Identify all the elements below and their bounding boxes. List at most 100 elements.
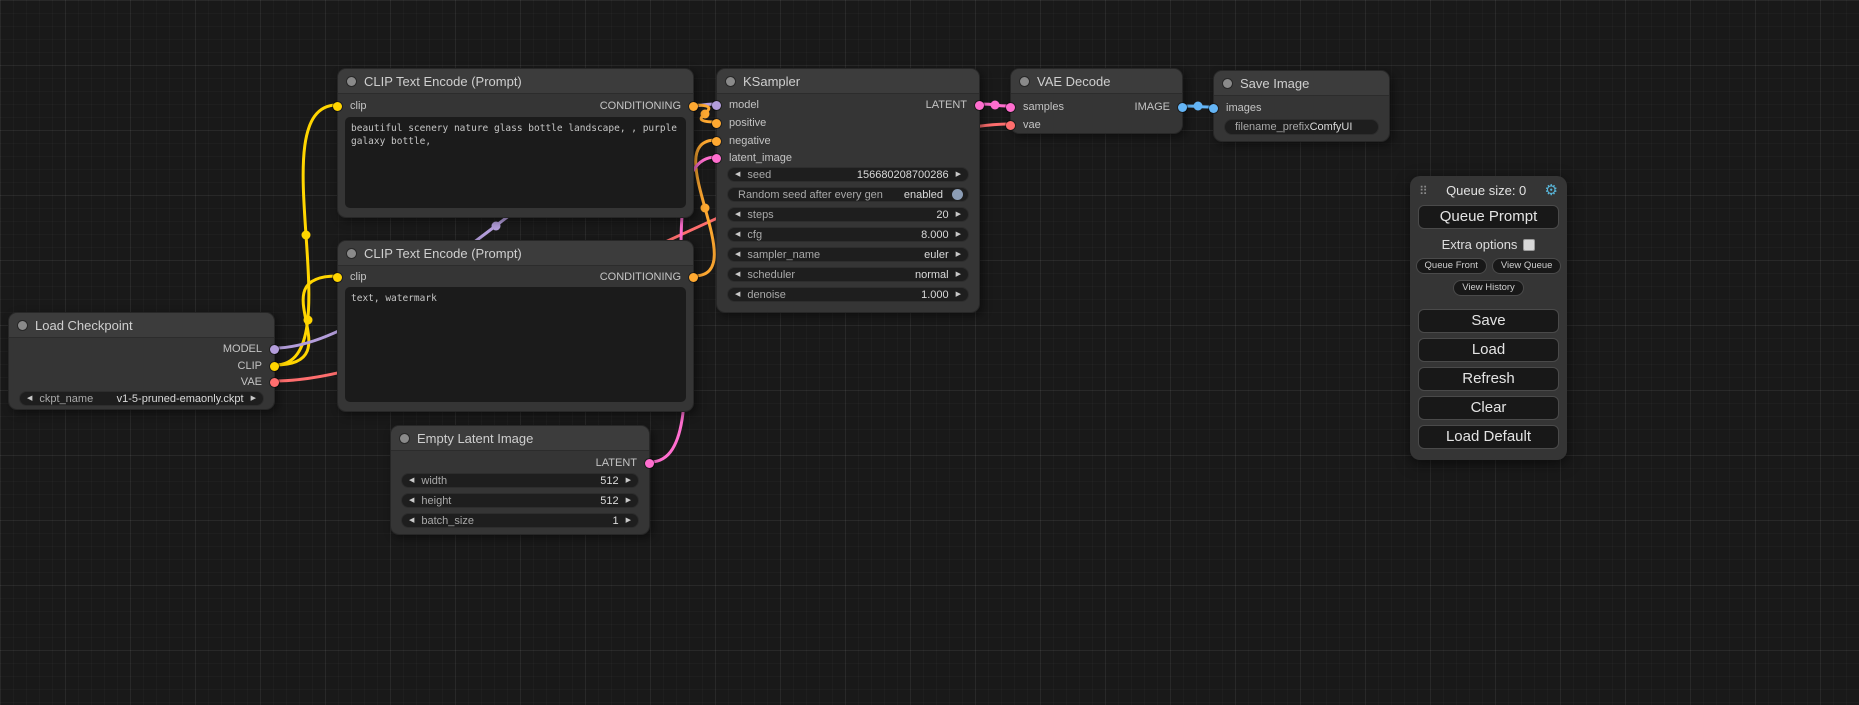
extra-options-checkbox[interactable]	[1523, 239, 1535, 251]
node-titlebar[interactable]: Save Image	[1214, 71, 1389, 96]
output-slot-latent: LATENT	[926, 97, 979, 113]
decrement-arrow-icon[interactable]: ◀	[735, 211, 740, 218]
input-port-positive[interactable]	[712, 119, 721, 128]
output-port-model[interactable]	[270, 345, 279, 354]
widget-batch-size[interactable]: ◀ batch_size 1 ▶	[401, 513, 639, 528]
increment-arrow-icon[interactable]: ▶	[956, 291, 961, 298]
decrement-arrow-icon[interactable]: ◀	[27, 395, 32, 402]
view-history-button[interactable]: View History	[1453, 280, 1524, 296]
view-queue-button[interactable]: View Queue	[1492, 258, 1562, 274]
decrement-arrow-icon[interactable]: ◀	[735, 171, 740, 178]
output-slot-latent: LATENT	[596, 455, 649, 471]
node-title: VAE Decode	[1037, 74, 1110, 89]
widget-ckpt-name[interactable]: ◀ ckpt_name v1-5-pruned-emaonly.ckpt ▶	[19, 391, 264, 406]
node-titlebar[interactable]: CLIP Text Encode (Prompt)	[338, 241, 693, 266]
increment-arrow-icon[interactable]: ▶	[956, 211, 961, 218]
widget-filename-prefix[interactable]: filename_prefix ComfyUI	[1224, 119, 1379, 135]
decrement-arrow-icon[interactable]: ◀	[735, 251, 740, 258]
widget-sampler-name[interactable]: ◀ sampler_name euler ▶	[727, 247, 969, 262]
queue-prompt-button[interactable]: Queue Prompt	[1418, 205, 1559, 229]
increment-arrow-icon[interactable]: ▶	[956, 251, 961, 258]
output-port-vae[interactable]	[270, 378, 279, 387]
menu-header: ⠿ Queue size: 0 ⚙	[1410, 176, 1567, 200]
collapse-toggle[interactable]	[1223, 79, 1232, 88]
refresh-button[interactable]: Refresh	[1418, 367, 1559, 391]
input-port-latent-image[interactable]	[712, 154, 721, 163]
widget-cfg[interactable]: ◀ cfg 8.000 ▶	[727, 227, 969, 242]
widget-value: ComfyUI	[1310, 121, 1353, 133]
decrement-arrow-icon[interactable]: ◀	[409, 517, 414, 524]
node-load-checkpoint[interactable]: Load Checkpoint MODEL CLIP VAE ◀ ckpt_na…	[8, 312, 275, 410]
load-button[interactable]: Load	[1418, 338, 1559, 362]
node-empty-latent-image[interactable]: Empty Latent Image LATENT ◀ width 512 ▶ …	[390, 425, 650, 535]
output-port-latent[interactable]	[975, 101, 984, 110]
widget-random-seed-toggle[interactable]: Random seed after every gen enabled	[727, 187, 969, 202]
decrement-arrow-icon[interactable]: ◀	[735, 231, 740, 238]
clear-button[interactable]: Clear	[1418, 396, 1559, 420]
link-midpoint-dot	[701, 204, 710, 213]
prompt-text-input[interactable]: text, watermark	[345, 287, 686, 402]
drag-handle-icon[interactable]: ⠿	[1419, 184, 1428, 198]
input-port-negative[interactable]	[712, 137, 721, 146]
node-save-image[interactable]: Save Image images filename_prefix ComfyU…	[1213, 70, 1390, 142]
output-port-image[interactable]	[1178, 103, 1187, 112]
increment-arrow-icon[interactable]: ▶	[626, 477, 631, 484]
node-titlebar[interactable]: Load Checkpoint	[9, 313, 274, 338]
save-button[interactable]: Save	[1418, 309, 1559, 333]
settings-gear-icon[interactable]: ⚙	[1545, 183, 1558, 198]
input-port-images[interactable]	[1209, 104, 1218, 113]
slot-label: VAE	[241, 376, 262, 388]
collapse-toggle[interactable]	[347, 249, 356, 258]
widget-height[interactable]: ◀ height 512 ▶	[401, 493, 639, 508]
graph-canvas[interactable]: Load Checkpoint MODEL CLIP VAE ◀ ckpt_na…	[0, 0, 1859, 705]
increment-arrow-icon[interactable]: ▶	[956, 231, 961, 238]
increment-arrow-icon[interactable]: ▶	[626, 497, 631, 504]
output-port-conditioning[interactable]	[689, 273, 698, 282]
load-default-button[interactable]: Load Default	[1418, 425, 1559, 449]
slot-label: negative	[729, 135, 771, 147]
collapse-toggle[interactable]	[400, 434, 409, 443]
increment-arrow-icon[interactable]: ▶	[956, 171, 961, 178]
input-port-model[interactable]	[712, 101, 721, 110]
node-titlebar[interactable]: VAE Decode	[1011, 69, 1182, 94]
node-ksampler[interactable]: KSampler model positive negative latent_…	[716, 68, 980, 313]
widget-value: v1-5-pruned-emaonly.ckpt	[117, 393, 244, 405]
queue-front-button[interactable]: Queue Front	[1416, 258, 1487, 274]
input-port-vae[interactable]	[1006, 121, 1015, 130]
node-vae-decode[interactable]: VAE Decode samples vae IMAGE	[1010, 68, 1183, 134]
widget-width[interactable]: ◀ width 512 ▶	[401, 473, 639, 488]
increment-arrow-icon[interactable]: ▶	[251, 395, 256, 402]
widget-scheduler[interactable]: ◀ scheduler normal ▶	[727, 267, 969, 282]
collapse-toggle[interactable]	[347, 77, 356, 86]
output-slot-image: IMAGE	[1135, 99, 1182, 115]
input-slot-positive: positive	[717, 115, 766, 131]
collapse-toggle[interactable]	[726, 77, 735, 86]
node-titlebar[interactable]: CLIP Text Encode (Prompt)	[338, 69, 693, 94]
node-clip-text-encode-negative[interactable]: CLIP Text Encode (Prompt) clip CONDITION…	[337, 240, 694, 412]
widget-seed[interactable]: ◀ seed 156680208700286 ▶	[727, 167, 969, 182]
prompt-text-input[interactable]: beautiful scenery nature glass bottle la…	[345, 117, 686, 208]
widget-denoise[interactable]: ◀ denoise 1.000 ▶	[727, 287, 969, 302]
decrement-arrow-icon[interactable]: ◀	[409, 477, 414, 484]
decrement-arrow-icon[interactable]: ◀	[735, 271, 740, 278]
node-titlebar[interactable]: Empty Latent Image	[391, 426, 649, 451]
increment-arrow-icon[interactable]: ▶	[956, 271, 961, 278]
collapse-toggle[interactable]	[1020, 77, 1029, 86]
node-titlebar[interactable]: KSampler	[717, 69, 979, 94]
increment-arrow-icon[interactable]: ▶	[626, 517, 631, 524]
slot-label: MODEL	[223, 343, 262, 355]
decrement-arrow-icon[interactable]: ◀	[409, 497, 414, 504]
input-port-clip[interactable]	[333, 102, 342, 111]
decrement-arrow-icon[interactable]: ◀	[735, 291, 740, 298]
toggle-knob[interactable]	[952, 189, 963, 200]
input-slot-samples: samples	[1011, 99, 1064, 115]
input-port-clip[interactable]	[333, 273, 342, 282]
input-port-samples[interactable]	[1006, 103, 1015, 112]
link-midpoint-dot	[492, 222, 501, 231]
output-port-clip[interactable]	[270, 362, 279, 371]
widget-steps[interactable]: ◀ steps 20 ▶	[727, 207, 969, 222]
collapse-toggle[interactable]	[18, 321, 27, 330]
node-clip-text-encode-positive[interactable]: CLIP Text Encode (Prompt) clip CONDITION…	[337, 68, 694, 218]
output-port-conditioning[interactable]	[689, 102, 698, 111]
output-port-latent[interactable]	[645, 459, 654, 468]
